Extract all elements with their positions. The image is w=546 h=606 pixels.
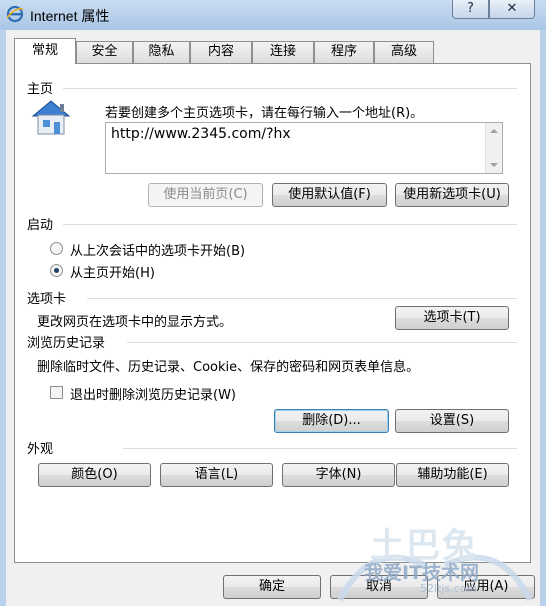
radio-last-session-label[interactable]: 从上次会话中的选项卡开始(B) <box>70 240 245 259</box>
home-icon <box>31 100 71 135</box>
browsing-history-heading: 浏览历史记录 <box>27 336 106 351</box>
tabs-heading: 选项卡 <box>27 292 67 307</box>
delete-history-button[interactable]: 删除(D)... <box>274 409 389 433</box>
tab-security[interactable]: 安全 <box>76 41 133 63</box>
use-current-button[interactable]: 使用当前页(C) <box>148 183 263 207</box>
use-new-tab-button[interactable]: 使用新选项卡(U) <box>395 183 509 207</box>
fonts-button[interactable]: 字体(N) <box>282 463 395 487</box>
history-separator <box>127 342 517 343</box>
delete-on-exit-checkbox[interactable] <box>50 386 63 399</box>
radio-selected-dot <box>54 268 59 273</box>
tabs-separator <box>87 298 517 299</box>
scroll-down-arrow-icon[interactable] <box>490 163 498 167</box>
window-title: Internet 属性 <box>30 8 110 24</box>
delete-on-exit-label[interactable]: 退出时删除浏览历史记录(W) <box>70 384 236 403</box>
general-tab-panel: 主页 若要创建多个主页选项卡，请在每行输入一个地址(R)。 http://www… <box>14 63 531 563</box>
home-page-url-textarea[interactable]: http://www.2345.com/?hx <box>105 122 503 174</box>
tabs-description: 更改网页在选项卡中的显示方式。 <box>37 315 233 330</box>
tab-connections[interactable]: 连接 <box>252 41 314 63</box>
use-default-button[interactable]: 使用默认值(F) <box>272 183 387 207</box>
startup-heading: 启动 <box>27 218 54 233</box>
scroll-up-arrow-icon[interactable] <box>490 129 498 133</box>
home-instruction: 若要创建多个主页选项卡，请在每行输入一个地址(R)。 <box>105 106 424 121</box>
tabs-settings-button[interactable]: 选项卡(T) <box>395 306 509 330</box>
appearance-heading: 外观 <box>27 442 54 457</box>
internet-explorer-icon <box>6 5 24 23</box>
languages-button[interactable]: 语言(L) <box>160 463 273 487</box>
textarea-scrollbar[interactable] <box>485 123 502 173</box>
window-titlebar: Internet 属性 ? ✕ <box>0 0 546 30</box>
tab-general[interactable]: 常规 <box>14 38 76 64</box>
ok-button[interactable]: 确定 <box>223 575 321 599</box>
accessibility-button[interactable]: 辅助功能(E) <box>396 463 509 487</box>
internet-properties-dialog: 常规 安全 隐私 内容 连接 程序 高级 主页 若要创建多个主页选项卡，请在每行… <box>6 30 540 606</box>
apply-button[interactable]: 应用(A) <box>437 575 535 599</box>
tab-programs[interactable]: 程序 <box>314 41 374 63</box>
radio-last-session[interactable] <box>50 242 63 255</box>
close-button[interactable]: ✕ <box>489 0 535 19</box>
tab-advanced[interactable]: 高级 <box>374 41 434 63</box>
colors-button[interactable]: 颜色(O) <box>38 463 151 487</box>
home-page-url-value: http://www.2345.com/?hx <box>111 126 291 142</box>
history-settings-button[interactable]: 设置(S) <box>395 409 509 433</box>
appearance-separator <box>123 448 517 449</box>
tab-content[interactable]: 内容 <box>190 41 252 63</box>
home-page-heading: 主页 <box>27 82 54 97</box>
radio-start-home-label[interactable]: 从主页开始(H) <box>70 262 155 281</box>
home-separator <box>63 88 517 89</box>
radio-start-home[interactable] <box>50 264 63 277</box>
startup-separator <box>63 224 517 225</box>
cancel-button[interactable]: 取消 <box>330 575 428 599</box>
tab-privacy[interactable]: 隐私 <box>133 41 190 63</box>
help-button[interactable]: ? <box>452 0 489 19</box>
history-description: 删除临时文件、历史记录、Cookie、保存的密码和网页表单信息。 <box>37 360 420 375</box>
